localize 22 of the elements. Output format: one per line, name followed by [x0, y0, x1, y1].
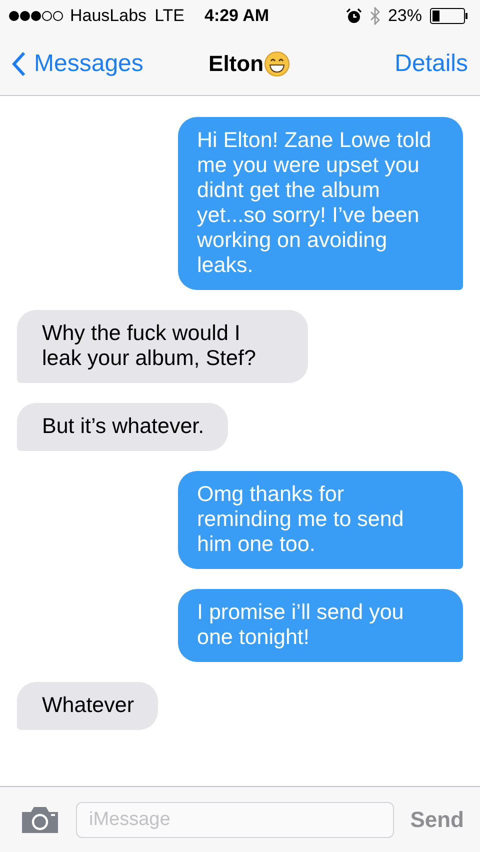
- message-input-field[interactable]: iMessage: [76, 802, 394, 838]
- sent-message: Hi Elton! Zane Lowe told me you were upset you didnt get the album yet...so sorry! I’ve been working on avoiding leaks.: [178, 117, 463, 290]
- clock-time: 4:29 AM: [204, 6, 270, 26]
- bluetooth-icon: [370, 7, 380, 25]
- chevron-left-icon: [12, 50, 26, 76]
- sent-message: Omg thanks for reminding me to send him one too.: [178, 471, 463, 569]
- battery-percentage: 23%: [388, 6, 422, 26]
- sent-message: I promise i’ll send you one tonight!: [178, 589, 463, 662]
- contact-name: Elton: [208, 50, 264, 76]
- send-button[interactable]: Send: [410, 806, 464, 832]
- received-message: Whatever: [17, 682, 158, 730]
- back-button[interactable]: Messages: [12, 50, 144, 78]
- signal-icon: [8, 10, 64, 22]
- details-button[interactable]: Details: [394, 50, 468, 78]
- received-message: Why the fuck would I leak your album, Stef?: [17, 310, 308, 383]
- smiley-icon: [264, 50, 290, 76]
- battery-icon: [430, 8, 468, 24]
- network-type: LTE: [154, 6, 184, 26]
- carrier-name: HausLabs: [70, 6, 147, 26]
- camera-icon[interactable]: [20, 804, 60, 834]
- alarm-clock-icon: [346, 8, 362, 24]
- received-message: But it’s whatever.: [17, 403, 228, 451]
